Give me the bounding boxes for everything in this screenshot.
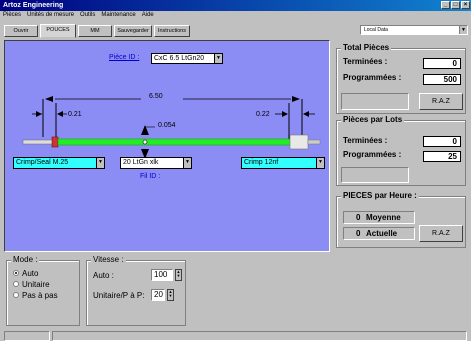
window-title: Artoz Engineering <box>3 2 64 9</box>
batch-done-label: Terminées : <box>343 136 388 145</box>
chevron-down-icon[interactable]: ▼ <box>183 158 191 168</box>
menu-maintenance[interactable]: Maintenance <box>101 11 135 20</box>
total-prog-label: Programmées : <box>343 73 402 82</box>
hourly-group: PIECES par Heure : 0 Moyenne 0 Actuelle … <box>336 191 466 248</box>
hourly-reset-button[interactable]: R.A.Z <box>419 225 463 242</box>
speed-auto-label: Auto : <box>93 271 114 280</box>
chevron-down-icon[interactable]: ▼ <box>96 158 104 168</box>
mode-step-label[interactable]: Pas à pas <box>22 291 58 300</box>
center-gap-value: 0.054 <box>158 122 176 129</box>
left-terminal-value: Crimp/Seal M.25 <box>16 159 69 166</box>
right-offset-value: 0.22 <box>256 111 270 118</box>
length-value: 6.50 <box>149 93 163 100</box>
batch-group: Pièces par Lots Terminées : 0 Programmée… <box>336 115 466 186</box>
speed-title: Vitesse : <box>91 255 126 264</box>
speed-unit-stepper[interactable]: ▲ ▼ <box>167 289 174 301</box>
menu-bar: Pièces Unités de mesure Outils Maintenan… <box>0 11 471 20</box>
batch-title: Pièces par Lots <box>341 115 405 124</box>
hourly-average-box: 0 Moyenne <box>343 211 415 224</box>
total-pieces-title: Total Pièces <box>341 43 392 52</box>
hourly-current-label: Actuelle <box>366 229 398 238</box>
speed-auto-stepper[interactable]: ▲ ▼ <box>175 269 182 281</box>
tab-inches[interactable]: POUCES <box>40 24 76 38</box>
total-done-value: 0 <box>423 58 461 69</box>
left-offset-value: 0.21 <box>68 111 82 118</box>
piece-panel: Pièce ID : CxC 6.5 LtGn20 ▼ 6.50 0.21 0.… <box>4 40 330 252</box>
hourly-title: PIECES par Heure : <box>341 191 419 200</box>
maximize-button[interactable]: □ <box>451 1 460 9</box>
menu-tools[interactable]: Outils <box>80 11 95 20</box>
total-reset-button[interactable]: R.A.Z <box>419 93 463 110</box>
wire-midpoint <box>142 139 148 145</box>
left-terminal-shape <box>22 139 54 145</box>
title-bar: Artoz Engineering _ □ × <box>0 0 471 11</box>
total-prog-input[interactable]: 500 <box>423 74 461 85</box>
speed-unit-input[interactable]: 20 <box>151 289 165 301</box>
tab-open[interactable]: Ouvrir <box>4 25 38 37</box>
arrow-left-icon <box>45 96 53 102</box>
total-progress-box <box>341 93 409 110</box>
batch-done-value: 0 <box>423 136 461 147</box>
total-pieces-group: Total Pièces Terminées : 0 Programmées :… <box>336 43 466 114</box>
wire-diagram <box>22 96 321 159</box>
hourly-current-box: 0 Actuelle <box>343 227 415 240</box>
menu-help[interactable]: Aide <box>142 11 154 20</box>
status-panel-1 <box>4 331 50 341</box>
status-panel-2 <box>52 331 467 341</box>
hourly-current-value: 0 <box>356 229 361 238</box>
left-terminal-select[interactable]: Crimp/Seal M.25 ▼ <box>13 157 105 169</box>
batch-prog-input[interactable]: 25 <box>423 151 461 162</box>
wire-select[interactable]: 20 LtGn xlk ▼ <box>120 157 192 169</box>
mode-group: Mode : Auto Unitaire Pas à pas <box>6 255 80 326</box>
menu-units[interactable]: Unités de mesure <box>27 11 74 20</box>
tab-save[interactable]: Sauvegarder <box>114 25 152 37</box>
speed-group: Vitesse : Auto : 100 ▲ ▼ Unitaire/P à P: … <box>86 255 186 326</box>
left-seal-shape <box>51 136 59 148</box>
mode-step-radio[interactable] <box>13 292 19 298</box>
menu-pieces[interactable]: Pièces <box>3 11 21 20</box>
mode-unit-label[interactable]: Unitaire <box>22 280 50 289</box>
local-data-select[interactable]: Local Data ▼ <box>360 25 468 35</box>
local-data-value: Local Data <box>364 27 388 33</box>
minimize-button[interactable]: _ <box>441 1 450 9</box>
chevron-down-icon[interactable]: ▼ <box>459 26 467 34</box>
right-terminal-value: Crimp 12nf <box>244 159 279 166</box>
right-terminal-select[interactable]: Crimp 12nf ▼ <box>241 157 325 169</box>
wire-shape <box>57 138 291 146</box>
close-button[interactable]: × <box>461 1 470 9</box>
wire-value: 20 LtGn xlk <box>123 159 159 166</box>
batch-prog-label: Programmées : <box>343 150 402 159</box>
mode-title: Mode : <box>11 255 40 264</box>
arrow-right-icon <box>292 96 300 102</box>
mode-auto-label[interactable]: Auto <box>22 269 38 278</box>
wire-id-label: Fil ID : <box>140 173 161 180</box>
mode-unit-radio[interactable] <box>13 281 19 287</box>
speed-unit-label: Unitaire/P à P: <box>93 291 145 300</box>
right-terminal-shape <box>289 134 309 150</box>
speed-auto-input[interactable]: 100 <box>151 269 173 281</box>
tab-instructions[interactable]: Instructions <box>154 25 190 37</box>
mode-auto-radio[interactable] <box>13 270 19 276</box>
hourly-average-label: Moyenne <box>366 213 401 222</box>
chevron-down-icon[interactable]: ▼ <box>316 158 324 168</box>
batch-progress-box <box>341 167 409 183</box>
status-bar <box>0 330 471 341</box>
hourly-average-value: 0 <box>356 213 361 222</box>
tab-mm[interactable]: MM <box>78 25 112 37</box>
total-done-label: Terminées : <box>343 57 388 66</box>
